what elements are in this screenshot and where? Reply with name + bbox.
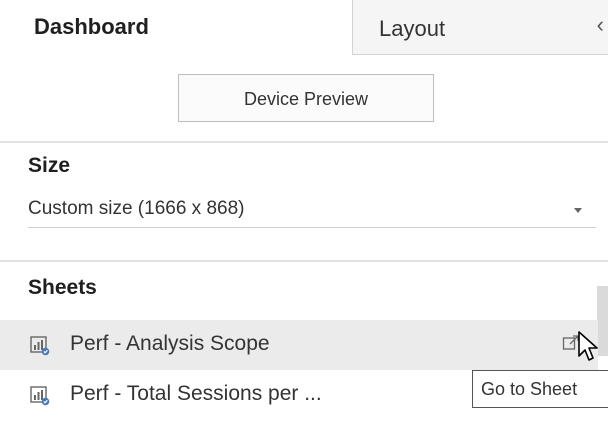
section-divider	[0, 141, 608, 143]
tab-dashboard-label: Dashboard	[34, 14, 149, 39]
size-dropdown[interactable]: Custom size (1666 x 868)	[28, 190, 596, 228]
chevron-down-icon	[574, 208, 582, 213]
mouse-pointer-icon	[578, 331, 598, 361]
sheets-section-title: Sheets	[28, 276, 97, 299]
section-divider	[0, 260, 608, 262]
tab-dashboard[interactable]: Dashboard	[0, 0, 352, 56]
tab-layout-label: Layout	[379, 16, 446, 41]
worksheet-icon	[30, 386, 50, 406]
device-preview-button[interactable]: Device Preview	[178, 74, 434, 122]
go-to-sheet-tooltip: Go to Sheet	[472, 370, 608, 408]
sheet-list-item-label: Perf - Total Sessions per ...	[70, 382, 322, 405]
size-section-title: Size	[28, 154, 71, 177]
panel-tabs: Dashboard Layout ‹	[0, 0, 608, 56]
size-dropdown-value: Custom size (1666 x 868)	[28, 198, 245, 219]
worksheet-icon	[30, 336, 50, 356]
tab-layout[interactable]: Layout ‹	[352, 0, 608, 55]
sheet-list-item[interactable]: Perf - Analysis Scope	[0, 320, 598, 370]
sheet-list-item-label: Perf - Analysis Scope	[70, 332, 270, 355]
collapse-panel-icon[interactable]: ‹	[597, 12, 604, 38]
